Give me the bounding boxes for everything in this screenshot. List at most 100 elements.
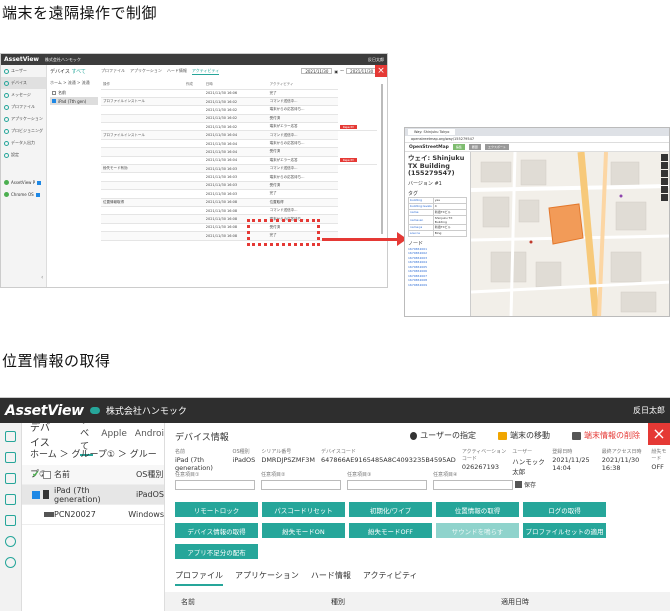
mini-nav-apps[interactable]: アプリケーション [1, 113, 46, 125]
mini-tab-hardware[interactable]: ハード情報 [167, 68, 187, 75]
custom-field-input[interactable] [347, 480, 427, 490]
check-icon[interactable]: ✔ [32, 470, 40, 480]
mini-tab-activity[interactable]: アクティビティ [191, 68, 220, 75]
column-name[interactable]: 名前 [54, 469, 136, 480]
detail-tab-activity[interactable]: アクティビティ [363, 570, 418, 586]
layers-icon[interactable] [661, 178, 668, 185]
profile-nav-icon[interactable] [5, 494, 16, 505]
mini-activity-cell [101, 181, 184, 191]
mini-device-title: デバイス [50, 69, 70, 75]
custom-field-input[interactable] [175, 480, 255, 490]
column-os[interactable]: OS種別 [136, 469, 163, 480]
delete-device-button[interactable]: 端末情報の削除 [572, 430, 640, 441]
osm-node-link[interactable]: 1670652009 [408, 283, 467, 288]
detail-tab-profile[interactable]: プロファイル [175, 570, 223, 586]
mini-tab-all[interactable]: すべて [71, 69, 85, 75]
info-label: デバイスコード [320, 449, 356, 455]
highlighted-building[interactable] [548, 203, 584, 245]
mini-nav-settings[interactable]: 設定 [1, 149, 46, 161]
lost-mode-off-button[interactable]: 紛失モードOFF [349, 523, 432, 538]
passcode-reset-button[interactable]: パスコードリセット [262, 502, 345, 517]
detail-tab-apps[interactable]: アプリケーション [235, 570, 299, 586]
mini-list-header: 名前 [50, 89, 98, 97]
apply-profile-set-button[interactable]: プロファイルセットの適用 [523, 523, 606, 538]
info-label: シリアル番号 [261, 449, 292, 455]
checkbox-icon[interactable] [37, 180, 42, 185]
breadcrumb[interactable]: ホーム ＞ グループ① ＞ グループ② [22, 445, 164, 480]
checkbox[interactable] [52, 99, 56, 103]
mini-activity-row: 紛失モード有効 2021/11/30 16:03 コマンド送信中... [101, 164, 377, 174]
get-location-button[interactable]: 位置情報の取得 [436, 502, 519, 517]
mini-nav-devices[interactable]: デバイス [1, 77, 46, 89]
mini-nav-data[interactable]: データ入出力 [1, 137, 46, 149]
checkbox[interactable] [52, 91, 56, 95]
distribute-apps-button[interactable]: アプリ不足分の配布 [175, 544, 258, 559]
save-button[interactable]: 保存 [515, 480, 536, 489]
mini-activity-cell [101, 206, 184, 216]
select-all-checkbox[interactable] [42, 470, 51, 479]
provisioning-nav-icon[interactable] [5, 536, 16, 547]
app-nav-icon[interactable] [5, 515, 16, 526]
close-button[interactable]: × [648, 423, 670, 445]
mini-list-item[interactable]: iPad (7th gen) [50, 97, 98, 105]
assign-user-button[interactable]: ユーザーの指定 [410, 430, 476, 441]
tab-apple[interactable]: Apple [101, 429, 127, 439]
user-nav-icon[interactable] [5, 431, 16, 442]
lost-mode-on-button[interactable]: 紛失モードON [262, 523, 345, 538]
osm-nodes-list: 1670652001 1670652002 1670652003 1670652004… [408, 247, 467, 288]
osm-export-button[interactable]: エクスポート [484, 144, 509, 150]
checkbox-icon[interactable] [35, 192, 40, 197]
remote-lock-button[interactable]: リモートロック [175, 502, 258, 517]
custom-field-input[interactable] [433, 480, 513, 490]
column-profile-type[interactable]: 種別 [331, 597, 501, 607]
calendar-icon[interactable]: ▣ [334, 69, 338, 74]
zoom-out-icon[interactable] [661, 162, 668, 169]
mini-nav-profiles[interactable]: プロファイル [1, 101, 46, 113]
message-nav-icon[interactable] [5, 473, 16, 484]
user-name[interactable]: 反日太郎 [633, 405, 665, 416]
get-device-info-button[interactable]: デバイス情報の取得 [175, 523, 258, 538]
laptop-icon [44, 512, 54, 517]
browser-address-bar[interactable]: openstreetmap.org/way/155279547 [405, 136, 669, 143]
settings-nav-icon[interactable] [5, 557, 16, 568]
locate-icon[interactable] [661, 170, 668, 177]
column-applied-date[interactable]: 適用日時 [501, 597, 529, 607]
row-checkbox[interactable] [32, 490, 40, 499]
collapse-chevron-icon[interactable]: ‹ [41, 274, 43, 281]
tab-android[interactable]: Androi [135, 429, 164, 439]
mini-activity-cell: 2021/11/30 16:03 [203, 172, 268, 182]
zoom-in-icon[interactable] [661, 154, 668, 161]
mini-scrollbar[interactable] [381, 84, 383, 234]
mini-activity-cell: 2021/11/30 16:04 [203, 130, 268, 140]
osm-edit-button[interactable]: 編集 [452, 144, 465, 150]
mini-nav-users[interactable]: ユーザー [1, 65, 46, 77]
mini-nav-provisioning[interactable]: プロビジョニング [1, 125, 46, 137]
column-profile-name[interactable]: 名前 [181, 597, 331, 607]
info-value: iPad (7th generation) [175, 456, 213, 472]
device-row[interactable]: PCN20027 Windows [22, 505, 164, 525]
mini-activity-cell [183, 198, 204, 207]
mini-tab-apps[interactable]: アプリケーション [130, 68, 162, 75]
device-row[interactable]: iPad (7th generation) iPadOS [22, 485, 164, 505]
map-canvas[interactable] [470, 151, 669, 316]
move-device-button[interactable]: 端末の移動 [498, 430, 550, 441]
device-list-header: デバイス すべて Apple Androi [22, 423, 164, 456]
device-nav-icon[interactable] [5, 452, 16, 463]
custom-field-input[interactable] [261, 480, 341, 490]
date-to-input[interactable]: 2021/11/30 [346, 68, 378, 74]
play-sound-button: サウンドを鳴らす [436, 523, 519, 538]
browser-tab[interactable]: Way: Shinjuku Tokyo [408, 129, 456, 135]
wipe-button[interactable]: 初期化/ワイプ [349, 502, 432, 517]
get-log-button[interactable]: ログの取得 [523, 502, 606, 517]
mini-nav-label: 設定 [11, 152, 19, 157]
error-badge: Reject!! [339, 158, 358, 163]
note-icon[interactable] [661, 194, 668, 201]
mini-tab-profile[interactable]: プロファイル [101, 68, 125, 75]
mini-close-button[interactable]: × [375, 65, 387, 77]
share-icon[interactable] [661, 186, 668, 193]
detail-tab-hardware[interactable]: ハード情報 [311, 570, 351, 586]
mini-activity-row: 位置情報取得 2021/11/30 16:08 位置取得 [101, 198, 377, 207]
mini-nav-messages[interactable]: メッセージ [1, 89, 46, 101]
osm-history-button[interactable]: 履歴 [468, 144, 481, 150]
date-from-input[interactable]: 2021/11/30 [301, 68, 333, 74]
